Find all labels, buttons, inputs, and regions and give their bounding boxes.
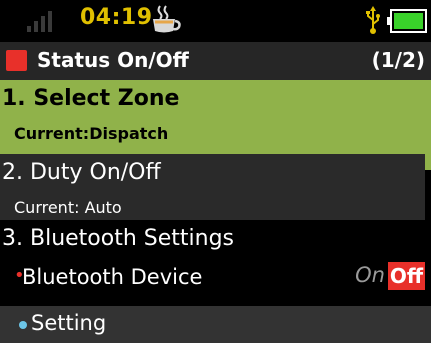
softkey-setting[interactable]: Setting (31, 311, 106, 335)
bluetooth-device-label: Bluetooth Device (22, 265, 203, 289)
status-bar: 04:19 (0, 0, 431, 42)
scrollbar-thumb[interactable] (425, 80, 431, 170)
title-bar: Status On/Off (1/2) (0, 42, 431, 80)
toggle-off-option[interactable]: Off (388, 262, 425, 290)
footer-bar: Setting (0, 306, 431, 343)
menu-item-title: 1. Select Zone (2, 86, 180, 111)
menu-item-subtitle: Current:Dispatch (14, 124, 169, 143)
menu-item-title: 3. Bluetooth Settings (2, 226, 235, 251)
page-title: Status On/Off (37, 48, 189, 72)
usb-icon (366, 6, 380, 34)
menu-item-bluetooth-settings[interactable]: 3. Bluetooth Settings • Bluetooth Device… (0, 220, 425, 300)
scrollbar[interactable] (425, 80, 431, 300)
menu-list: 1. Select Zone Current:Dispatch 2. Duty … (0, 80, 431, 300)
menu-item-subtitle: Current: Auto (14, 198, 122, 217)
menu-item-title: 2. Duty On/Off (2, 160, 161, 185)
menu-item-select-zone[interactable]: 1. Select Zone Current:Dispatch (0, 80, 425, 154)
signal-strength-icon (27, 8, 65, 32)
menu-item-duty-on-off[interactable]: 2. Duty On/Off Current: Auto (0, 154, 425, 220)
battery-icon (387, 9, 427, 33)
page-indicator: (1/2) (371, 48, 425, 72)
toggle-on-option[interactable]: On (355, 263, 385, 287)
coffee-cup-icon (153, 5, 181, 33)
bullet-dot-icon (19, 321, 27, 329)
status-indicator-icon (6, 50, 27, 71)
bluetooth-device-row[interactable]: • Bluetooth Device On Off (0, 262, 425, 294)
clock-time: 04:19 (80, 5, 153, 30)
